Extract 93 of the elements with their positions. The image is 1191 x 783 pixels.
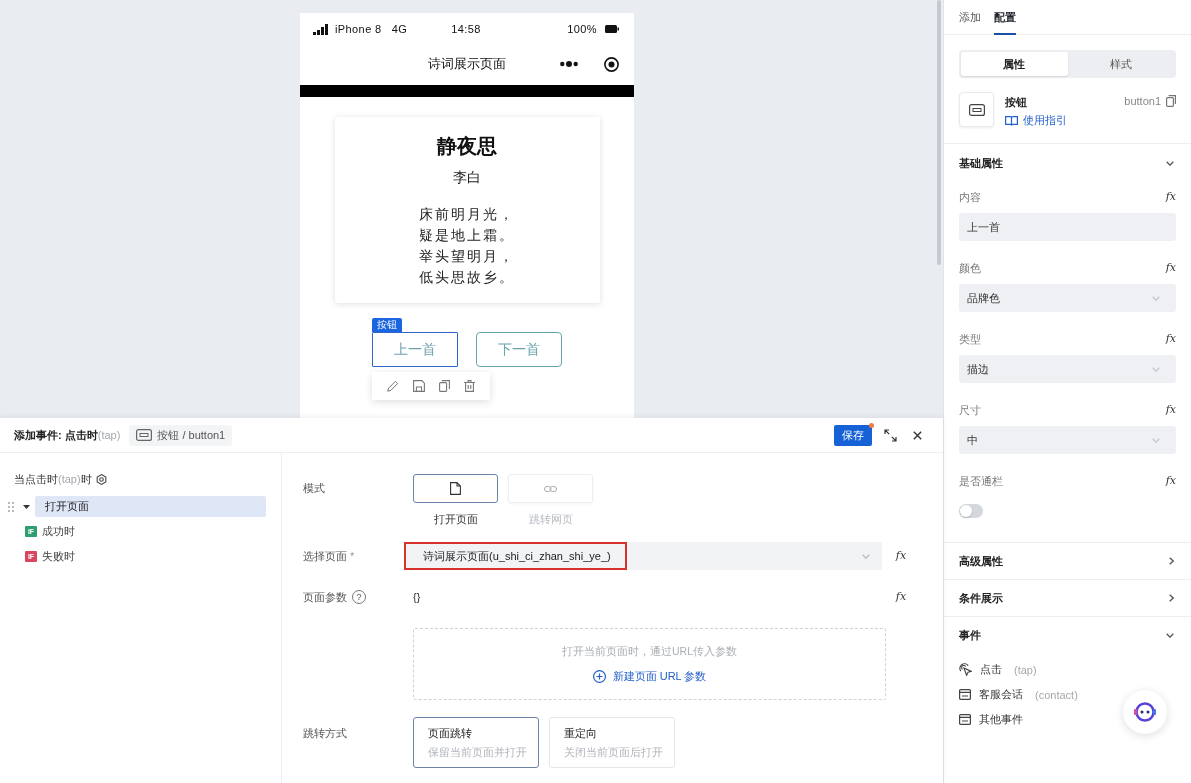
section-header[interactable]: 事件 [944,617,1191,653]
battery-icon [605,25,619,33]
section-header[interactable]: 条件展示 [944,580,1191,616]
segment-tab[interactable]: 样式 [1067,52,1174,76]
clock-time: 14:58 [451,23,481,35]
event-item[interactable]: 点击 (tap) [959,657,1176,682]
copy-icon[interactable] [439,380,450,392]
caret-down-icon[interactable] [23,504,30,509]
trash-icon[interactable] [464,380,475,392]
button-component-icon [959,92,994,127]
select-field[interactable]: 描边 [959,355,1176,383]
guide-link[interactable]: 使用指引 [1005,113,1067,128]
chevron-down-icon [1152,295,1160,301]
component-name: 按钮 [1005,95,1028,110]
close-icon[interactable] [913,430,922,440]
formula-button[interactable]: fx [1165,261,1176,275]
component-id: button1 [1124,95,1161,107]
assistant-button[interactable] [1123,690,1167,734]
book-icon [1005,115,1018,126]
poem-line: 疑是地上霜。 [418,226,516,245]
param-value: {} [413,591,422,603]
battery-level: 100% [567,23,597,35]
save-button[interactable]: 保存 [834,424,872,446]
section-header[interactable]: 基础属性 [944,144,1191,182]
field-label: 跳转方式 [303,726,348,741]
select-field[interactable]: 品牌色 [959,284,1176,312]
drag-handle-icon[interactable] [8,501,14,512]
chevron-down-icon [862,553,870,559]
field-label: 类型 [959,331,981,347]
formula-button[interactable]: fx [894,549,908,563]
segment-tab[interactable]: 属性 [961,52,1068,76]
page-title: 诗词展示页面 [428,55,506,73]
condition-label[interactable]: 成功时 [42,524,75,539]
tap-icon [959,663,972,676]
record-icon[interactable] [604,56,619,72]
field-label: 选择页面 * [303,548,356,564]
field-label: 模式 [303,481,326,496]
plus-circle-icon [592,669,606,683]
action-item[interactable]: 打开页面 [35,496,266,517]
param-hint: 打开当前页面时，通过URL传入参数 [562,644,737,659]
toggle-switch[interactable] [959,504,983,518]
selected-value: 诗词展示页面(u_shi_ci_zhan_shi_ye_) [404,542,627,570]
page-select[interactable]: 诗词展示页面(u_shi_ci_zhan_shi_ye_) [404,542,882,570]
device-name: iPhone 8 [335,23,382,35]
condition-label[interactable]: 失败时 [42,549,75,564]
poem-line: 低头思故乡。 [418,268,516,287]
window-icon [959,714,971,725]
event-item[interactable]: 客服会话 (contact) [959,682,1176,707]
chevron-down-icon [1152,366,1160,372]
jump-option[interactable]: 页面跳转 保留当前页面并打开 [413,717,539,768]
copy-icon[interactable] [1166,95,1176,107]
component-path: 按钮 / button1 [157,427,226,443]
expand-icon[interactable] [884,428,897,442]
formula-button[interactable]: fx [1165,474,1176,488]
trigger-label: 当点击时(tap)时 [14,471,92,487]
link-icon [544,485,557,492]
chevron-down-icon [1152,437,1160,443]
mode-option[interactable] [413,474,498,503]
field-label: 颜色 [959,260,981,276]
formula-button[interactable]: fx [1165,403,1176,417]
file-icon [450,482,461,495]
poem-title: 静夜思 [435,134,498,159]
signal-icon [313,23,328,35]
event-panel-title: 添加事件: 点击时(tap) [14,427,121,443]
panel-tab[interactable]: 添加 [959,0,981,35]
text-input[interactable]: 上一首 [959,213,1176,241]
network-type: 4G [391,23,408,35]
mode-label: 跳转网页 [528,512,573,527]
formula-button[interactable]: fx [1165,190,1176,204]
field-label: 是否通栏 [959,473,1003,489]
field-label: 内容 [959,189,981,205]
formula-button[interactable]: fx [1165,332,1176,346]
window-icon [959,689,971,700]
save-icon[interactable] [413,380,425,392]
select-field[interactable]: 中 [959,426,1176,454]
section-header[interactable]: 高级属性 [944,543,1191,579]
add-param-link[interactable]: 新建页面 URL 参数 [592,668,707,684]
robot-face-icon [1134,702,1156,722]
poem-author: 李白 [452,168,482,187]
field-label: 页面参数 [303,589,347,605]
pencil-icon[interactable] [387,380,399,392]
panel-tab[interactable]: 配置 [994,0,1016,35]
settings-icon[interactable] [95,473,107,485]
mode-label: 打开页面 [433,512,478,527]
poem-line: 举头望明月， [418,247,516,266]
poem-line: 床前明月光， [418,205,516,224]
field-label: 尺寸 [959,402,981,418]
button-component-icon [136,429,153,441]
more-icon[interactable] [560,61,578,67]
selection-tag: 按钮 [372,318,402,332]
event-item[interactable]: 其他事件 [959,707,1176,732]
formula-button[interactable]: fx [894,590,908,604]
jump-option[interactable]: 重定向 关闭当前页面后打开 [549,717,675,768]
